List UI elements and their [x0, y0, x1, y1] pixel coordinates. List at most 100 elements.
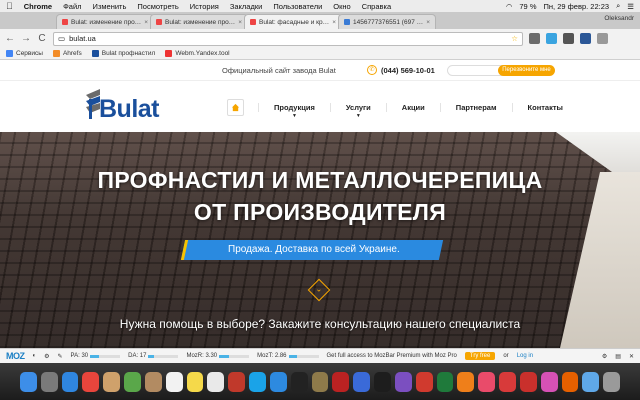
pencil-icon[interactable]: ✎ — [58, 353, 63, 360]
battery-level[interactable]: 79 % — [519, 2, 536, 11]
itunes-icon[interactable] — [540, 371, 558, 392]
app-store-icon[interactable] — [269, 371, 287, 392]
logo-text[interactable]: Bulat — [99, 95, 160, 124]
terminal-icon[interactable] — [290, 371, 308, 392]
nav-services[interactable]: Услуги ▼ — [329, 103, 386, 119]
extension-icon-1[interactable] — [529, 33, 540, 44]
reminders-icon[interactable] — [207, 371, 225, 392]
menu-icon[interactable] — [597, 33, 608, 44]
trash-icon[interactable] — [603, 371, 621, 392]
menubar-item-edit[interactable]: Изменить — [93, 2, 127, 11]
apps-icon — [6, 50, 13, 57]
tab-title: Bulat: фасадные и кровел — [259, 18, 330, 26]
contacts-icon[interactable] — [144, 371, 162, 392]
acrobat-icon[interactable] — [519, 371, 537, 392]
nav-label: Продукция — [274, 103, 315, 112]
notes-icon[interactable] — [186, 371, 204, 392]
bookmark-bulat[interactable]: Bulat профнастил — [91, 50, 156, 57]
calendar-icon[interactable] — [165, 371, 183, 392]
login-link[interactable]: Log in — [517, 353, 533, 359]
extension-icon-2[interactable] — [563, 33, 574, 44]
skype-icon[interactable] — [249, 371, 266, 392]
forward-button[interactable]: → — [21, 33, 31, 44]
menubar-item-users[interactable]: Пользователи — [273, 2, 322, 11]
tab-close-icon[interactable]: × — [238, 19, 242, 26]
settings-icon[interactable]: ⚙ — [44, 353, 49, 360]
excel-icon[interactable] — [436, 371, 454, 392]
browser-tab-4[interactable]: 1456777376551 (697 kb) × — [338, 14, 436, 29]
menubar-clock[interactable]: Пн, 29 февр. 22:23 — [544, 2, 610, 11]
hero-help-text[interactable]: Нужна помощь в выборе? Закажите консульт… — [0, 317, 640, 331]
evernote-icon[interactable] — [124, 371, 141, 392]
tab-title: Bulat: изменение продук — [71, 18, 142, 26]
wifi-icon[interactable]: ◠ — [506, 2, 513, 11]
menubar-item-window[interactable]: Окно — [333, 2, 350, 11]
bookmark-star-icon[interactable]: ☆ — [511, 34, 518, 43]
phone-number[interactable]: (044) 569-10-01 — [381, 66, 435, 75]
downloads-icon[interactable] — [582, 371, 600, 392]
nav-partners[interactable]: Партнерам — [439, 103, 512, 112]
photos-icon[interactable] — [103, 371, 121, 392]
menubar-app-name[interactable]: Chrome — [24, 2, 52, 11]
moz-logo[interactable]: MOZ — [6, 351, 25, 361]
search-icon[interactable]: ⌕ — [616, 1, 620, 11]
flashcards-icon[interactable] — [499, 371, 516, 392]
chrome-icon[interactable] — [82, 371, 100, 392]
bookmark-ahrefs[interactable]: Ahrefs — [52, 50, 82, 57]
nav-promotions[interactable]: Акции — [385, 103, 440, 112]
music-icon[interactable] — [478, 371, 496, 392]
mozbar: MOZ ◐ ⚙ ✎ PA: 30 DA: 17 MozR: 3.30 MozT:… — [0, 348, 640, 363]
extension-icon-3[interactable] — [580, 33, 591, 44]
hero-banner: ПРОФНАСТИЛ И МЕТАЛЛОЧЕРЕПИЦА ОТ ПРОИЗВОД… — [0, 132, 640, 348]
pycharm-icon[interactable] — [374, 371, 391, 392]
url-text[interactable]: bulat.ua — [69, 34, 96, 43]
tab-close-icon[interactable]: × — [144, 19, 148, 26]
try-free-button[interactable]: Try free — [464, 352, 496, 360]
chevron-down-icon: ▼ — [291, 113, 297, 119]
viber-icon[interactable] — [394, 371, 412, 392]
pdf-icon[interactable] — [415, 371, 433, 392]
tab-close-icon[interactable]: × — [332, 19, 336, 26]
or-text: or — [503, 353, 509, 359]
archive-icon[interactable] — [311, 371, 329, 392]
export-icon[interactable]: ▤ — [615, 353, 621, 360]
home-button[interactable] — [227, 99, 244, 116]
official-site-text: Официальный сайт завода Bulat — [222, 66, 336, 75]
bookmark-webmaster[interactable]: Webm.Yandex.tool — [165, 50, 230, 57]
firefox-icon[interactable] — [561, 371, 579, 392]
metric-pa: PA: 30 — [71, 353, 121, 359]
apple-icon[interactable]:  — [6, 1, 13, 11]
nav-products[interactable]: Продукция ▼ — [258, 103, 330, 119]
metric-mozr: MozR: 3.30 — [186, 353, 250, 359]
launchpad-icon[interactable] — [40, 371, 58, 392]
gear-icon[interactable]: ⚙ — [602, 353, 607, 360]
rss-icon[interactable] — [457, 371, 475, 392]
browser-tab-3[interactable]: Bulat: фасадные и кровел × — [244, 14, 342, 29]
user-icon[interactable]: ◐ — [33, 353, 37, 359]
finder-icon[interactable] — [20, 371, 37, 392]
browser-tab-2[interactable]: Bulat: изменение продук × — [150, 14, 248, 29]
scissors-icon[interactable] — [353, 371, 371, 392]
menubar-item-history[interactable]: История — [190, 2, 219, 11]
bookmark-label: Bulat профнастил — [101, 50, 156, 57]
address-bar[interactable]: ▭ bulat.ua ☆ — [53, 31, 523, 46]
close-icon[interactable]: ✕ — [629, 353, 634, 360]
menubar-item-file[interactable]: Файл — [63, 2, 81, 11]
moz-extension-icon[interactable] — [546, 33, 557, 44]
tab-close-icon[interactable]: × — [426, 19, 430, 26]
nav-contacts[interactable]: Контакты — [511, 103, 578, 112]
callback-button[interactable]: Перезвоните мне — [498, 65, 555, 76]
menubar-item-view[interactable]: Посмотреть — [137, 2, 178, 11]
reload-button[interactable]: C — [37, 33, 47, 44]
safari-icon[interactable] — [61, 371, 79, 392]
menubar-item-help[interactable]: Справка — [362, 2, 391, 11]
profile-name[interactable]: Oleksandr — [604, 15, 634, 22]
filezilla-icon[interactable] — [332, 371, 350, 392]
hero-badge-text: Продажа. Доставка по всей Украине. — [227, 244, 400, 255]
back-button[interactable]: ← — [5, 33, 15, 44]
photo-booth-icon[interactable] — [228, 371, 246, 392]
menubar-item-bookmarks[interactable]: Закладки — [230, 2, 262, 11]
bookmark-services[interactable]: Сервисы — [6, 50, 43, 57]
menu-list-icon[interactable]: ☰ — [627, 2, 634, 11]
browser-tab-1[interactable]: Bulat: изменение продук × — [56, 14, 154, 29]
